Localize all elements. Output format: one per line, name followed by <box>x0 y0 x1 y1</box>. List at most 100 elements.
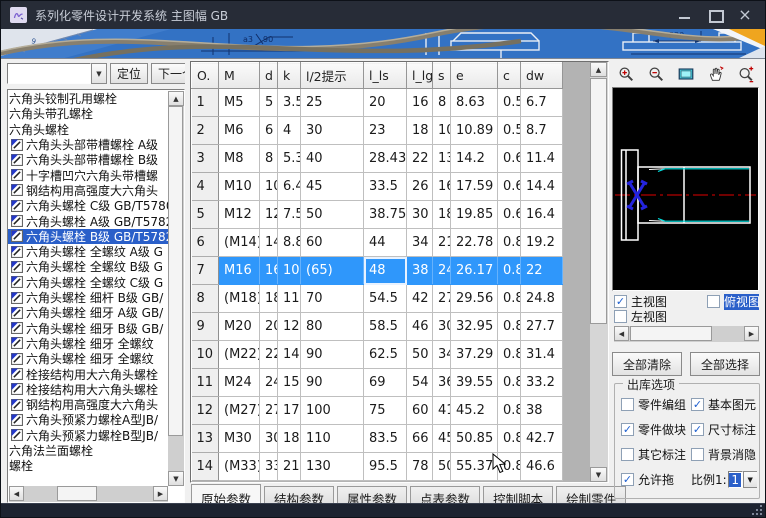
grid-cell[interactable]: 14.4 <box>521 173 563 201</box>
grid-cell[interactable]: 18 <box>260 285 278 313</box>
column-header[interactable]: c <box>498 63 521 89</box>
part-list-item[interactable]: 六角头螺栓 全螺纹 A级 G <box>8 244 168 259</box>
grid-cell[interactable]: 54 <box>407 369 433 397</box>
export-option-checkbox[interactable]: ✓ <box>691 423 704 436</box>
grid-cell[interactable]: 12 <box>260 201 278 229</box>
grid-cell[interactable]: 66 <box>407 425 433 453</box>
grid-cell[interactable]: 17 <box>278 397 301 425</box>
part-list-item[interactable]: 六角头螺栓 C级 GB/T5780 <box>8 198 168 213</box>
grid-cell[interactable]: 26.17 <box>451 257 498 285</box>
resize-grip[interactable] <box>751 504 763 516</box>
scroll-right-button[interactable]: ▶ <box>153 486 168 501</box>
row-header[interactable]: 14 <box>192 453 219 481</box>
grid-cell[interactable]: 90 <box>301 341 364 369</box>
grid-cell[interactable]: 70 <box>301 285 364 313</box>
row-header[interactable]: 4 <box>192 173 219 201</box>
list-vertical-scrollbar[interactable]: ▲ ▼ <box>168 91 184 486</box>
scale-combobox[interactable]: 1▼ <box>728 471 757 488</box>
scale-dropdown-button[interactable]: ▼ <box>743 471 757 488</box>
row-header[interactable]: 12 <box>192 397 219 425</box>
column-header[interactable]: l_lg <box>407 63 433 89</box>
grid-cell[interactable]: 0.6 <box>498 145 521 173</box>
grid-cell[interactable]: M16 <box>219 257 260 285</box>
grid-cell[interactable]: 5 <box>260 89 278 117</box>
grid-cell[interactable]: M12 <box>219 201 260 229</box>
grid-cell[interactable]: 45 <box>301 173 364 201</box>
select-all-button[interactable]: 全部选择 <box>690 352 760 376</box>
preview-horizontal-scrollbar[interactable]: ◀ ▶ <box>614 326 759 342</box>
grid-cell[interactable]: (M18) <box>219 285 260 313</box>
grid-cell[interactable]: 22.78 <box>451 229 498 257</box>
part-list-item[interactable]: 六角头螺栓 A级 GB/T5782 <box>8 213 168 228</box>
grid-cell[interactable]: 42 <box>407 285 433 313</box>
grid-cell[interactable]: 50.85 <box>451 425 498 453</box>
grid-cell[interactable]: 24.8 <box>521 285 563 313</box>
grid-cell[interactable]: 16 <box>433 173 451 201</box>
next-button[interactable]: 下一个 <box>151 63 185 84</box>
grid-cell[interactable]: 11.5 <box>278 285 301 313</box>
grid-cell[interactable]: 25 <box>301 89 364 117</box>
part-list-item[interactable]: 六角头预紧力螺栓A型JB/ <box>8 412 168 427</box>
part-list-item[interactable]: 六角头螺栓 细牙 B级 GB/ <box>8 320 168 335</box>
scale-value[interactable]: 1 <box>728 471 743 488</box>
grid-cell[interactable]: 13 <box>433 145 451 173</box>
top-view-checkbox[interactable] <box>707 295 720 308</box>
grid-cell[interactable]: 50 <box>301 201 364 229</box>
grid-cell[interactable]: 16 <box>407 89 433 117</box>
row-header[interactable]: 10 <box>192 341 219 369</box>
close-button[interactable]: × <box>738 8 752 22</box>
grid-cell[interactable]: 58.5 <box>364 313 407 341</box>
column-header[interactable]: l_ls <box>364 63 407 89</box>
grid-cell[interactable]: 27 <box>260 397 278 425</box>
locate-button[interactable]: 定位 <box>110 63 148 84</box>
grid-cell[interactable]: 0.8 <box>498 425 521 453</box>
scroll-down-button[interactable]: ▼ <box>168 471 184 486</box>
allow-drag-checkbox[interactable]: ✓ <box>621 473 634 486</box>
row-header[interactable]: 3 <box>192 145 219 173</box>
grid-cell[interactable]: 14 <box>260 229 278 257</box>
row-header[interactable]: 9 <box>192 313 219 341</box>
export-option-checkbox[interactable] <box>621 448 634 461</box>
front-view-checkbox[interactable]: ✓ <box>614 295 627 308</box>
export-option-checkbox[interactable] <box>691 448 704 461</box>
part-list-item[interactable]: 栓接结构用大六角头螺栓 <box>8 382 168 397</box>
part-list-item[interactable]: 六角头预紧力螺栓B型JB/ <box>8 428 168 443</box>
grid-cell[interactable]: 14 <box>278 341 301 369</box>
grid-cell[interactable]: (M33) <box>219 453 260 481</box>
grid-cell[interactable]: 0.8 <box>498 369 521 397</box>
grid-cell[interactable]: 10 <box>260 173 278 201</box>
grid-cell[interactable]: 6 <box>260 117 278 145</box>
grid-cell[interactable]: 31.4 <box>521 341 563 369</box>
grid-cell[interactable]: 50 <box>433 453 451 481</box>
grid-cell[interactable]: 46.6 <box>521 453 563 481</box>
grid-cell[interactable]: 44 <box>364 229 407 257</box>
column-header[interactable]: l/2提示 <box>301 63 364 89</box>
grid-cell[interactable]: 130 <box>301 453 364 481</box>
grid-cell[interactable]: 0.6 <box>498 201 521 229</box>
grid-cell[interactable]: 8.7 <box>521 117 563 145</box>
grid-cell[interactable]: 33.2 <box>521 369 563 397</box>
grid-cell[interactable]: 23 <box>364 117 407 145</box>
grid-cell[interactable]: 24 <box>433 257 451 285</box>
grid-cell[interactable]: (M27) <box>219 397 260 425</box>
grid-cell[interactable]: 60 <box>301 229 364 257</box>
grid-cell[interactable]: 6.4 <box>278 173 301 201</box>
row-header[interactable]: 6 <box>192 229 219 257</box>
column-header[interactable]: O. <box>192 63 219 89</box>
grid-cell[interactable]: 8.8 <box>278 229 301 257</box>
zoom-window-icon[interactable] <box>674 63 698 84</box>
grid-cell[interactable]: 0.6 <box>498 173 521 201</box>
grid-cell[interactable]: 0.8 <box>498 229 521 257</box>
part-list-item[interactable]: 六角头螺栓 全螺纹 C级 G <box>8 275 168 290</box>
grid-cell[interactable]: 33 <box>260 453 278 481</box>
grid-cell[interactable]: 28.43 <box>364 145 407 173</box>
row-header[interactable]: 8 <box>192 285 219 313</box>
grid-cell[interactable]: 27 <box>433 285 451 313</box>
grid-cell[interactable]: 34 <box>433 341 451 369</box>
grid-cell[interactable]: 8 <box>260 145 278 173</box>
part-list-item[interactable]: 六角头头部带槽螺栓 B级 <box>8 152 168 167</box>
grid-cell[interactable]: 26 <box>407 173 433 201</box>
part-list-item[interactable]: 六角头螺栓 细杆 B级 GB/ <box>8 290 168 305</box>
grid-cell[interactable]: (M14) <box>219 229 260 257</box>
grid-cell[interactable]: 11.4 <box>521 145 563 173</box>
